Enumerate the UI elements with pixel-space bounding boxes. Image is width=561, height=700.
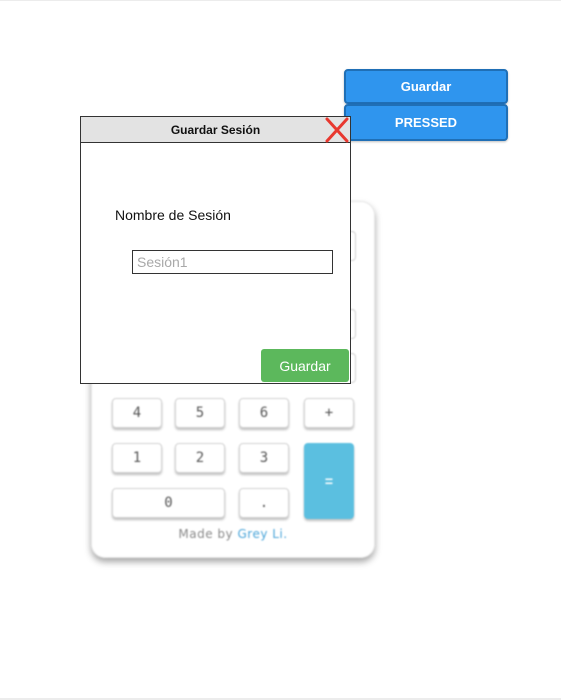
key-2[interactable]: 2 <box>175 443 225 473</box>
session-name-input[interactable] <box>132 250 333 274</box>
credit-prefix: Made by <box>178 527 238 541</box>
key-6[interactable]: 6 <box>239 398 289 428</box>
key-1[interactable]: 1 <box>112 443 162 473</box>
key-equals[interactable]: = <box>304 443 354 519</box>
close-icon <box>325 117 349 143</box>
top-divider <box>0 0 561 1</box>
key-4[interactable]: 4 <box>112 398 162 428</box>
save-session-dialog: Guardar Sesión Nombre de Sesión Guardar <box>80 116 351 384</box>
pressed-button[interactable]: PRESSED <box>344 104 508 141</box>
session-name-label: Nombre de Sesión <box>115 207 231 223</box>
page: Guardar PRESSED 4 5 6 + 1 2 3 = 0 . Made… <box>0 0 561 700</box>
key-dot[interactable]: . <box>239 488 289 518</box>
guardar-button[interactable]: Guardar <box>344 69 508 104</box>
credit-author-link[interactable]: Grey Li. <box>237 527 287 541</box>
dialog-header: Guardar Sesión <box>81 117 350 143</box>
dialog-title: Guardar Sesión <box>170 123 261 137</box>
key-3[interactable]: 3 <box>239 443 289 473</box>
save-session-button[interactable]: Guardar <box>261 349 349 382</box>
key-plus[interactable]: + <box>304 398 354 428</box>
credit-text: Made by Grey Li. <box>91 527 375 541</box>
key-0[interactable]: 0 <box>112 488 225 518</box>
close-button[interactable] <box>324 117 350 143</box>
key-5[interactable]: 5 <box>175 398 225 428</box>
